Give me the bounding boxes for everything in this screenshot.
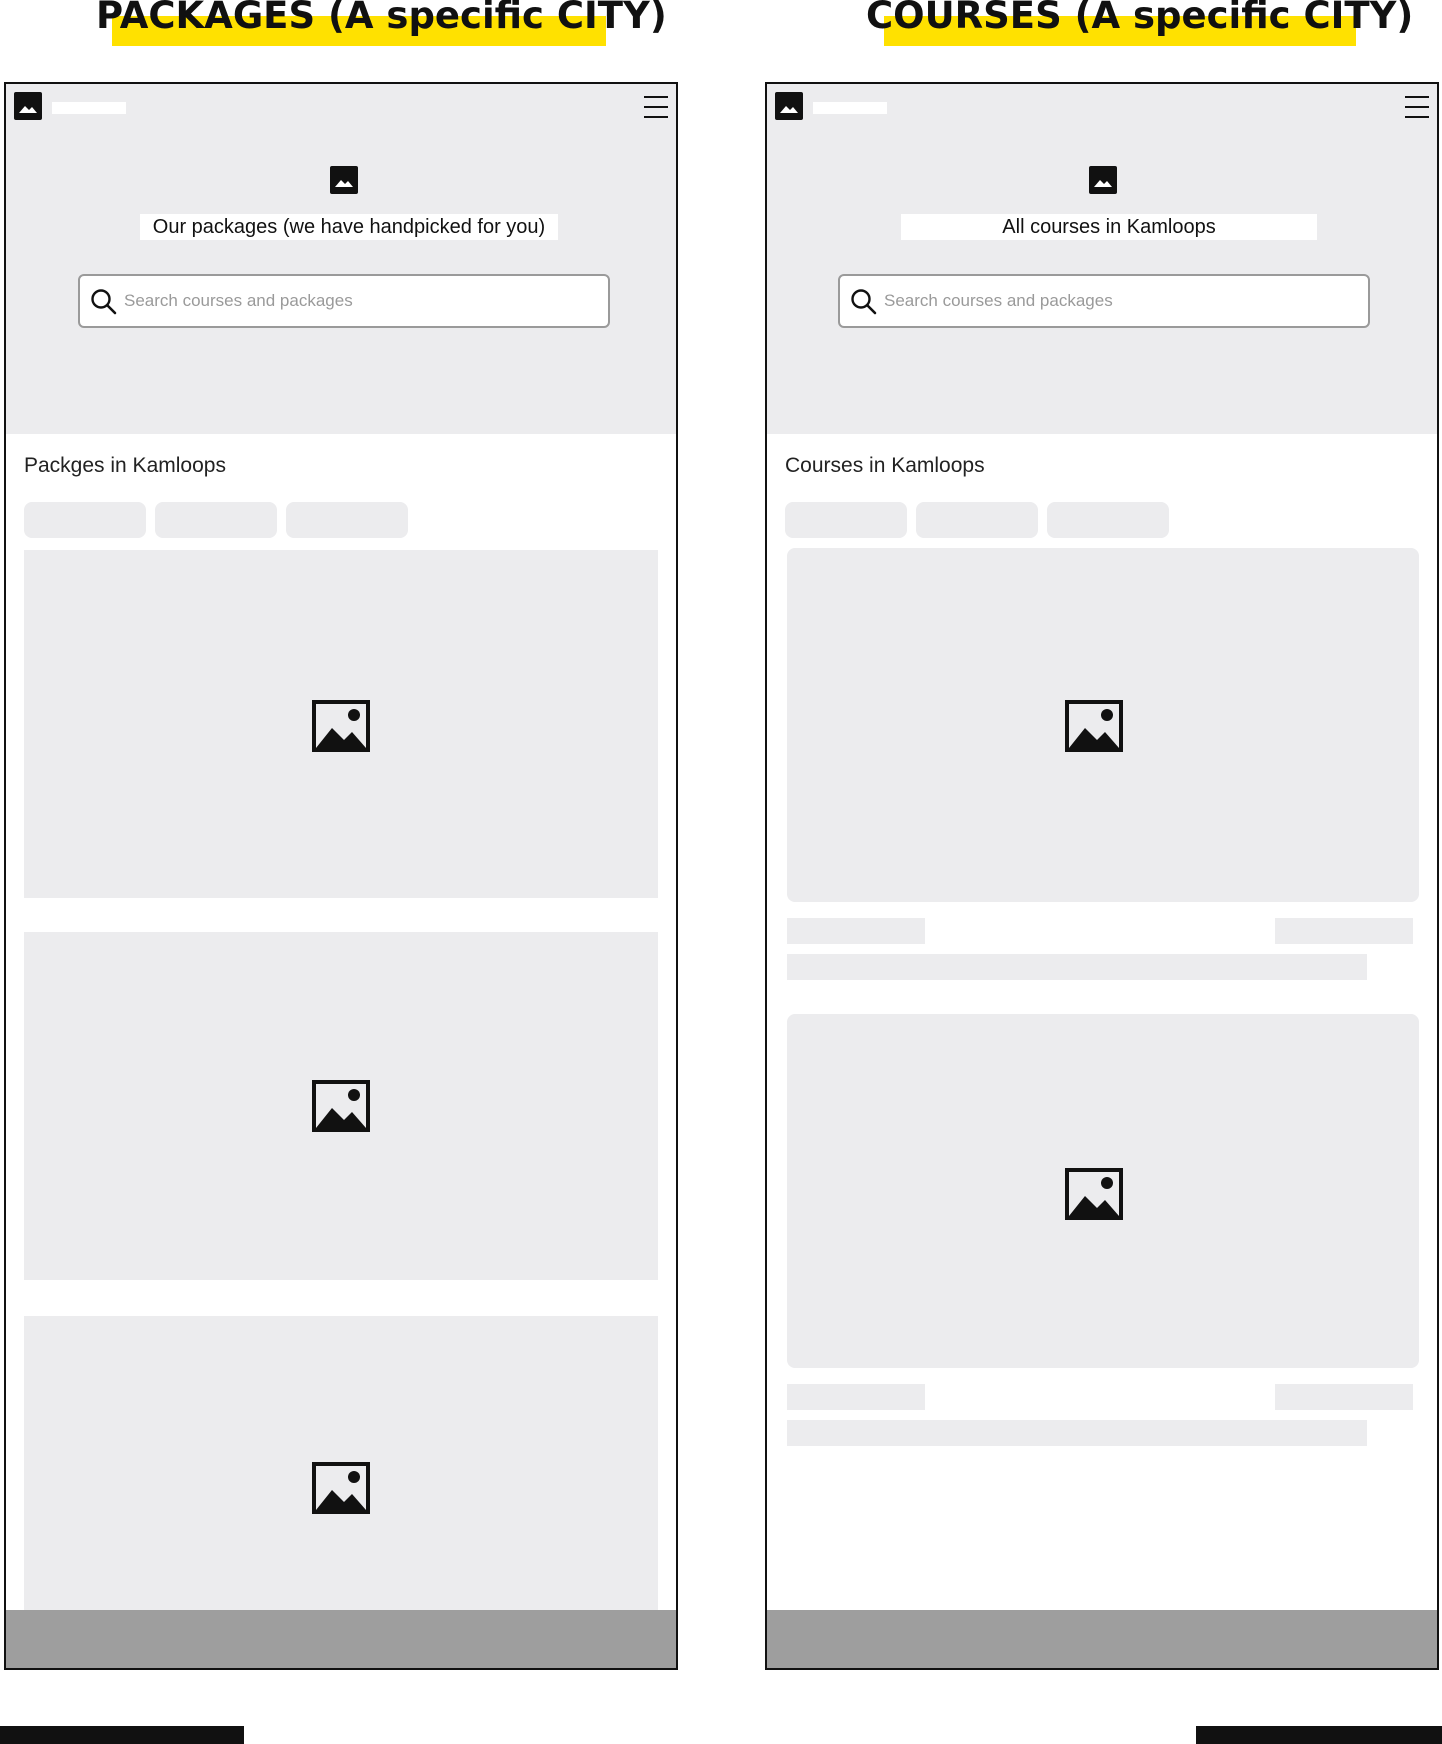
image-placeholder-icon bbox=[1089, 166, 1117, 194]
search-icon bbox=[91, 289, 117, 315]
filter-chip[interactable] bbox=[155, 502, 277, 538]
frame-title-packages: PACKAGES (A specific CITY) bbox=[96, 0, 667, 37]
course-price-skeleton bbox=[1275, 918, 1413, 944]
course-card[interactable] bbox=[787, 1014, 1419, 1368]
footer-bar bbox=[767, 1610, 1437, 1668]
logo-text-placeholder bbox=[813, 102, 887, 114]
hero-title: Our packages (we have handpicked for you… bbox=[140, 214, 558, 240]
hero-section: All courses in Kamloops Search courses a… bbox=[767, 84, 1437, 434]
course-price-skeleton bbox=[1275, 1384, 1413, 1410]
course-title-skeleton bbox=[787, 1384, 925, 1410]
image-placeholder-icon bbox=[330, 166, 358, 194]
search-input[interactable]: Search courses and packages bbox=[78, 274, 610, 328]
filter-chip[interactable] bbox=[286, 502, 408, 538]
course-title-skeleton bbox=[787, 918, 925, 944]
filter-chip[interactable] bbox=[1047, 502, 1169, 538]
course-desc-skeleton bbox=[787, 954, 1367, 980]
package-card[interactable] bbox=[24, 932, 658, 1280]
package-card[interactable] bbox=[24, 1316, 658, 1616]
footer-bar bbox=[6, 1610, 676, 1668]
image-placeholder-icon bbox=[1065, 1168, 1123, 1220]
divider-bar bbox=[1196, 1726, 1442, 1744]
hero-title: All courses in Kamloops bbox=[901, 214, 1317, 240]
filter-chip[interactable] bbox=[785, 502, 907, 538]
logo-text-placeholder bbox=[52, 102, 126, 114]
image-placeholder-icon[interactable] bbox=[14, 92, 42, 120]
image-placeholder-icon bbox=[312, 700, 370, 752]
frame-title-courses: COURSES (A specific CITY) bbox=[866, 0, 1414, 37]
course-desc-skeleton bbox=[787, 1420, 1367, 1446]
search-icon bbox=[851, 289, 877, 315]
hamburger-menu-icon[interactable] bbox=[644, 96, 668, 118]
image-placeholder-icon bbox=[312, 1080, 370, 1132]
package-card[interactable] bbox=[24, 550, 658, 898]
filter-chip[interactable] bbox=[916, 502, 1038, 538]
image-placeholder-icon bbox=[1065, 700, 1123, 752]
filter-chip[interactable] bbox=[24, 502, 146, 538]
section-heading: Packges in Kamloops bbox=[24, 454, 226, 477]
course-card[interactable] bbox=[787, 548, 1419, 902]
hamburger-menu-icon[interactable] bbox=[1405, 96, 1429, 118]
image-placeholder-icon bbox=[312, 1462, 370, 1514]
packages-screen: Our packages (we have handpicked for you… bbox=[4, 82, 678, 1670]
search-placeholder: Search courses and packages bbox=[884, 291, 1113, 310]
hero-section: Our packages (we have handpicked for you… bbox=[6, 84, 676, 434]
search-placeholder: Search courses and packages bbox=[124, 291, 353, 310]
section-heading: Courses in Kamloops bbox=[785, 454, 985, 477]
courses-screen: All courses in Kamloops Search courses a… bbox=[765, 82, 1439, 1670]
image-placeholder-icon[interactable] bbox=[775, 92, 803, 120]
divider-bar bbox=[0, 1726, 244, 1744]
search-input[interactable]: Search courses and packages bbox=[838, 274, 1370, 328]
